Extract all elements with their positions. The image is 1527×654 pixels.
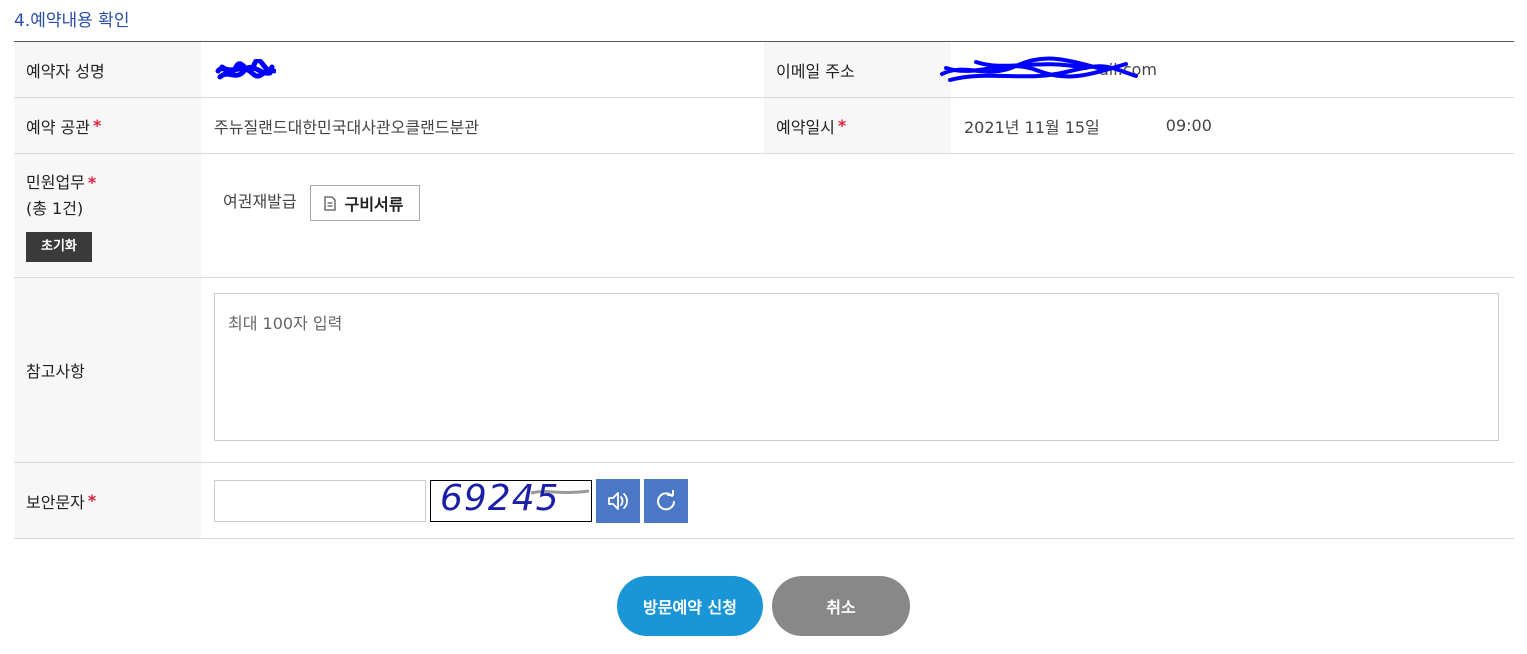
time-value: 09:00 [1165,116,1212,135]
memo-textarea[interactable] [214,293,1499,441]
name-label-text: 예약자 성명 [26,61,105,81]
task-label-line: 민원업무 * [26,170,96,196]
datetime-label-text: 예약일시 [776,117,835,137]
captcha-image: 69245 [430,479,592,522]
captcha-label: 보안문자 * [14,463,201,538]
reservation-summary-table: 예약자 성명 이메일 주소 ail.com 예약 공관 * 주뉴질랜드대한민국대… [14,41,1514,539]
documents-button-label: 구비서류 [344,195,404,214]
name-label: 예약자 성명 [14,42,201,97]
submit-reservation-button[interactable]: 방문예약 신청 [617,576,763,636]
row-task: 민원업무 * (총 1건) 초기화 여권재발급 구비서류 [14,154,1514,278]
task-label: 민원업무 * (총 1건) 초기화 [14,154,201,277]
datetime-label: 예약일시 * [764,98,951,153]
task-value: 여권재발급 구비서류 [201,154,1514,277]
row-office-datetime: 예약 공관 * 주뉴질랜드대한민국대사관오클랜드분관 예약일시 * 2021년 11… [14,98,1514,154]
row-captcha: 보안문자 * 69245 [14,463,1514,539]
date-value: 2021년 11월 15일 [964,117,1100,137]
reset-button[interactable]: 초기화 [26,232,92,262]
row-memo: 참고사항 [14,278,1514,463]
document-icon [323,195,336,211]
required-mark: * [87,491,97,510]
name-redaction [214,57,277,81]
email-label-text: 이메일 주소 [776,61,855,81]
speaker-icon [608,491,628,510]
email-label: 이메일 주소 [764,42,951,97]
email-value: ail.com [940,42,1514,97]
task-label-text: 민원업무 [26,173,85,192]
name-value [201,42,764,97]
captcha-refresh-button[interactable] [644,478,688,523]
email-redaction [940,56,1138,82]
captcha-audio-button[interactable] [596,478,640,523]
cancel-button[interactable]: 취소 [772,576,910,636]
row-name-email: 예약자 성명 이메일 주소 ail.com [14,42,1514,98]
captcha-value: 69245 [201,463,1514,538]
section-title: 4.예약내용 확인 [14,11,130,31]
memo-label-text: 참고사항 [26,362,85,381]
office-value: 주뉴질랜드대한민국대사관오클랜드분관 [214,117,479,137]
captcha-input[interactable] [214,479,426,522]
required-mark: * [87,173,97,192]
required-mark: * [92,116,102,135]
memo-label: 참고사항 [14,278,201,462]
captcha-label-text: 보안문자 [26,492,85,512]
task-item: 여권재발급 [223,192,297,211]
required-mark: * [837,116,847,135]
documents-button[interactable]: 구비서류 [309,185,420,221]
memo-value [201,278,1514,462]
captcha-text: 69245 [440,479,560,519]
task-count: (총 1건) [26,199,84,218]
office-label-text: 예약 공관 [26,117,90,137]
refresh-icon [657,489,675,510]
datetime-value: 2021년 11월 15일 09:00 [951,98,1514,153]
office-label: 예약 공관 * [14,98,201,153]
